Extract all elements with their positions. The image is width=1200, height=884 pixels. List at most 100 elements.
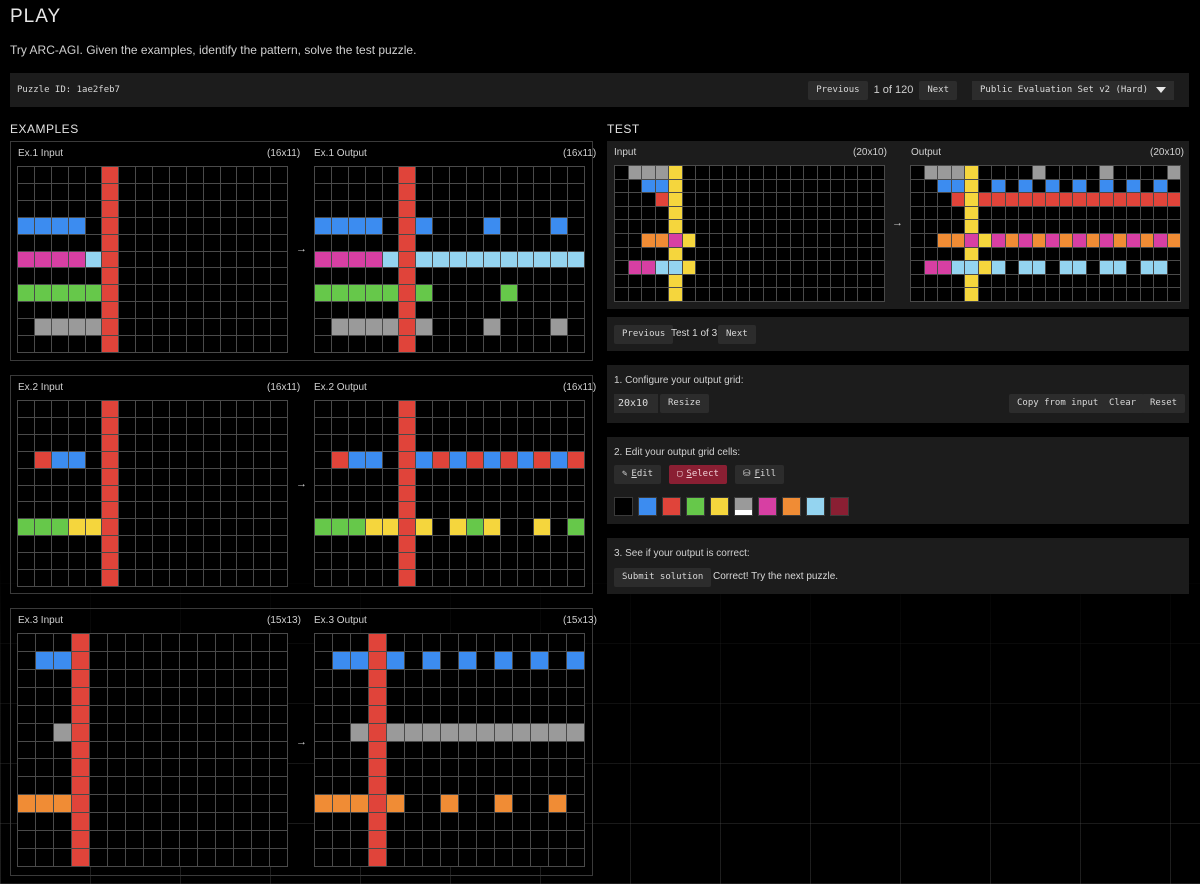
grid-cell[interactable]: [1113, 247, 1126, 261]
grid-cell[interactable]: [1086, 247, 1099, 261]
grid-cell[interactable]: [938, 166, 951, 179]
grid-cell[interactable]: [1140, 220, 1153, 233]
grid-cell[interactable]: [1073, 274, 1086, 288]
grid-cell[interactable]: [978, 166, 991, 179]
grid-size-input[interactable]: [614, 394, 658, 413]
grid-cell[interactable]: [1100, 206, 1113, 220]
grid-cell[interactable]: [911, 220, 924, 233]
grid-cell[interactable]: [1140, 166, 1153, 179]
grid-cell[interactable]: [992, 274, 1005, 288]
grid-cell[interactable]: [1086, 288, 1099, 301]
grid-cell[interactable]: [1167, 179, 1180, 193]
grid-cell[interactable]: [911, 179, 924, 193]
puzzle-set-select[interactable]: Public Evaluation Set v2 (Hard): [972, 80, 1174, 100]
grid-cell[interactable]: [1019, 274, 1032, 288]
grid-cell[interactable]: [965, 274, 978, 288]
grid-cell[interactable]: [1127, 234, 1140, 247]
grid-cell[interactable]: [992, 179, 1005, 193]
grid-cell[interactable]: [911, 247, 924, 261]
grid-cell[interactable]: [951, 166, 964, 179]
grid-cell[interactable]: [1140, 274, 1153, 288]
grid-cell[interactable]: [1046, 234, 1059, 247]
grid-cell[interactable]: [1046, 247, 1059, 261]
clear-button[interactable]: Clear: [1101, 394, 1145, 413]
color-swatch-8[interactable]: [806, 497, 825, 516]
grid-cell[interactable]: [938, 247, 951, 261]
grid-cell[interactable]: [1086, 166, 1099, 179]
grid-cell[interactable]: [951, 179, 964, 193]
grid-cell[interactable]: [1032, 261, 1045, 274]
grid-cell[interactable]: [1100, 274, 1113, 288]
grid-cell[interactable]: [1113, 261, 1126, 274]
grid-cell[interactable]: [978, 288, 991, 301]
grid-cell[interactable]: [1046, 206, 1059, 220]
grid-cell[interactable]: [1154, 220, 1167, 233]
grid-cell[interactable]: [938, 179, 951, 193]
fill-tool-button[interactable]: ⛁ Fill: [735, 465, 785, 484]
grid-cell[interactable]: [992, 247, 1005, 261]
grid-cell[interactable]: [992, 288, 1005, 301]
copy-from-input-button[interactable]: Copy from input: [1009, 394, 1107, 413]
grid-cell[interactable]: [1005, 206, 1018, 220]
grid-cell[interactable]: [1086, 234, 1099, 247]
color-swatch-0[interactable]: [614, 497, 633, 516]
grid-cell[interactable]: [938, 206, 951, 220]
grid-cell[interactable]: [1140, 234, 1153, 247]
grid-cell[interactable]: [1046, 261, 1059, 274]
grid-cell[interactable]: [1005, 220, 1018, 233]
grid-cell[interactable]: [1059, 220, 1072, 233]
grid-cell[interactable]: [1046, 179, 1059, 193]
color-swatch-6[interactable]: [758, 497, 777, 516]
grid-cell[interactable]: [1154, 261, 1167, 274]
grid-cell[interactable]: [1140, 193, 1153, 206]
color-swatch-2[interactable]: [662, 497, 681, 516]
grid-cell[interactable]: [1127, 206, 1140, 220]
grid-cell[interactable]: [1073, 179, 1086, 193]
grid-cell[interactable]: [938, 288, 951, 301]
grid-cell[interactable]: [1059, 166, 1072, 179]
grid-cell[interactable]: [1113, 234, 1126, 247]
grid-cell[interactable]: [1100, 166, 1113, 179]
grid-cell[interactable]: [1005, 261, 1018, 274]
grid-cell[interactable]: [1005, 234, 1018, 247]
grid-cell[interactable]: [1140, 247, 1153, 261]
grid-cell[interactable]: [1005, 193, 1018, 206]
grid-cell[interactable]: [1073, 261, 1086, 274]
grid-cell[interactable]: [992, 166, 1005, 179]
grid-cell[interactable]: [978, 247, 991, 261]
grid-cell[interactable]: [1113, 288, 1126, 301]
submit-solution-button[interactable]: Submit solution: [614, 568, 712, 587]
grid-cell[interactable]: [1100, 220, 1113, 233]
grid-cell[interactable]: [938, 274, 951, 288]
grid-cell[interactable]: [1100, 247, 1113, 261]
grid-cell[interactable]: [1032, 234, 1045, 247]
grid-cell[interactable]: [1059, 179, 1072, 193]
grid-cell[interactable]: [1086, 206, 1099, 220]
grid-cell[interactable]: [1019, 206, 1032, 220]
grid-cell[interactable]: [911, 234, 924, 247]
grid-cell[interactable]: [951, 193, 964, 206]
grid-cell[interactable]: [1005, 247, 1018, 261]
grid-cell[interactable]: [1127, 261, 1140, 274]
grid-cell[interactable]: [1032, 193, 1045, 206]
grid-cell[interactable]: [1046, 220, 1059, 233]
grid-cell[interactable]: [924, 206, 937, 220]
grid-cell[interactable]: [951, 234, 964, 247]
grid-cell[interactable]: [992, 206, 1005, 220]
grid-cell[interactable]: [1059, 193, 1072, 206]
resize-button[interactable]: Resize: [660, 394, 709, 413]
grid-cell[interactable]: [951, 288, 964, 301]
grid-cell[interactable]: [951, 206, 964, 220]
grid-cell[interactable]: [924, 261, 937, 274]
grid-cell[interactable]: [965, 261, 978, 274]
test-output-grid[interactable]: [910, 165, 1181, 302]
grid-cell[interactable]: [1113, 206, 1126, 220]
grid-cell[interactable]: [1019, 220, 1032, 233]
next-test-button[interactable]: Next: [718, 325, 756, 344]
grid-cell[interactable]: [911, 206, 924, 220]
previous-test-button[interactable]: Previous: [614, 325, 674, 344]
grid-cell[interactable]: [911, 274, 924, 288]
grid-cell[interactable]: [1086, 193, 1099, 206]
grid-cell[interactable]: [1086, 220, 1099, 233]
grid-cell[interactable]: [992, 234, 1005, 247]
